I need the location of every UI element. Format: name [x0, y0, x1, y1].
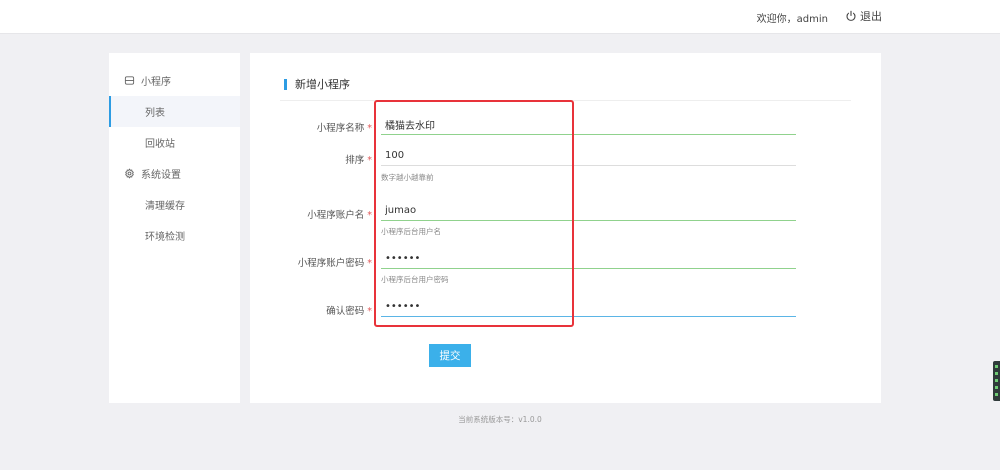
password-input[interactable] [381, 249, 796, 269]
sidebar-group-label: 系统设置 [141, 170, 181, 181]
field-label-password: 小程序账户密码 * [297, 258, 372, 269]
account-name-input[interactable] [381, 201, 796, 221]
field-label-account: 小程序账户名 * [307, 210, 372, 221]
divider [280, 100, 851, 101]
sort-hint: 数字越小越靠前 [381, 173, 434, 182]
gear-icon [125, 168, 134, 179]
submit-button[interactable]: 提交 [429, 344, 471, 367]
sidebar-item-label: 回收站 [145, 139, 175, 150]
sidebar-item-label: 环境检测 [145, 232, 185, 243]
sidebar: 小程序 列表 回收站 系统设置 清理缓存 环境检测 [109, 53, 240, 403]
confirm-password-input[interactable] [381, 297, 796, 317]
power-icon [846, 10, 856, 21]
sidebar-item-label: 列表 [145, 108, 165, 119]
sidebar-item-list[interactable]: 列表 [109, 96, 240, 127]
version-footer: 当前系统版本号：v1.0.0 [458, 415, 542, 424]
account-hint: 小程序后台用户名 [381, 227, 441, 236]
sidebar-item-recycle-bin[interactable]: 回收站 [109, 127, 240, 158]
top-bar: 欢迎你，admin 退出 [0, 0, 1000, 34]
side-widget[interactable] [993, 361, 1000, 401]
field-label-confirm-password: 确认密码 * [326, 306, 372, 317]
sidebar-item-environment-check[interactable]: 环境检测 [109, 220, 240, 251]
sidebar-group-label: 小程序 [141, 77, 171, 88]
welcome-text: 欢迎你，admin [756, 14, 828, 25]
field-label-name: 小程序名称 * [316, 123, 372, 134]
form-title: 新增小程序 [284, 79, 350, 90]
sidebar-group-system-settings[interactable]: 系统设置 [109, 158, 240, 189]
sort-input[interactable] [381, 146, 796, 166]
mini-program-name-input[interactable] [381, 115, 796, 135]
main-panel: 新增小程序 小程序名称* 排序* 数字越小越靠前 小程序账户名* 小程序后台用户… [250, 53, 881, 403]
logout-label: 退出 [860, 10, 882, 23]
mini-program-icon [124, 76, 135, 85]
sidebar-group-mini-program[interactable]: 小程序 [109, 65, 240, 96]
sidebar-item-label: 清理缓存 [145, 201, 185, 212]
logout-button[interactable]: 退出 [845, 8, 882, 24]
sidebar-item-clear-cache[interactable]: 清理缓存 [109, 189, 240, 220]
field-label-sort: 排序 * [345, 155, 372, 166]
password-hint: 小程序后台用户密码 [381, 275, 449, 284]
